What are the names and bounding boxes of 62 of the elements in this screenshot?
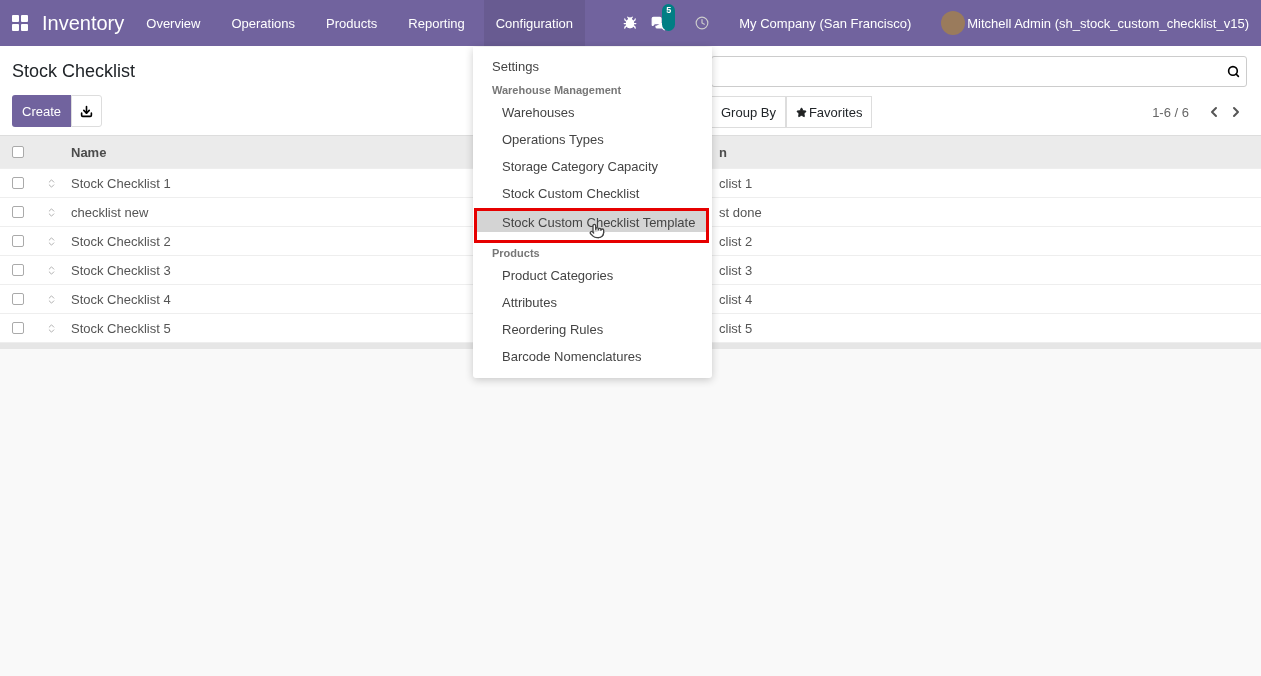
drag-handle-icon[interactable] [46,322,57,334]
app-name[interactable]: Inventory [42,11,125,35]
table-cell: Stock Checklist 4 [71,291,171,307]
download-button[interactable] [71,95,103,127]
row-checkbox[interactable] [12,206,24,218]
nav-menu-item[interactable]: Reporting [396,0,477,46]
table-cell: clist 3 [719,262,753,278]
pager-counter: 1-6 / 6 [1152,104,1189,120]
dropdown-menu-item[interactable]: Barcode Nomenclatures [473,343,712,370]
dropdown-menu-item[interactable]: Reordering Rules [473,316,712,343]
table-cell: Stock Checklist 2 [71,233,171,249]
table-cell: clist 2 [719,233,753,249]
search-field[interactable] [711,56,1247,87]
select-all-checkbox[interactable] [12,146,24,158]
nav-menu-item[interactable]: Products [314,0,390,46]
drag-handle-icon[interactable] [46,177,57,189]
column-header[interactable]: n [719,144,727,160]
row-checkbox[interactable] [12,264,24,276]
drag-handle-icon[interactable] [46,293,57,305]
table-cell: checklist new [71,204,149,220]
column-header[interactable]: Name [71,144,107,160]
dropdown-menu-item[interactable]: Settings [473,53,712,81]
row-checkbox[interactable] [12,293,24,305]
dropdown-menu-item[interactable]: Stock Custom Checklist Template [475,209,708,242]
table-cell: clist 1 [719,175,753,191]
row-checkbox[interactable] [12,177,24,189]
dropdown-menu-item[interactable]: Stock Custom Checklist [473,180,712,207]
nav-menu-item[interactable]: Configuration [483,0,586,46]
table-cell: Stock Checklist 5 [71,320,171,336]
table-cell: clist 5 [719,320,753,336]
group-by-button[interactable]: Group By [711,96,786,128]
star-icon [795,106,807,118]
menu-section-header: Warehouse Management [491,83,623,98]
nav-menu-item[interactable]: Operations [219,0,308,46]
table-cell: Stock Checklist 1 [71,175,171,191]
download-icon [80,104,94,118]
search-icon[interactable] [1227,65,1240,78]
message-count-badge: 5 [662,3,676,31]
drag-handle-icon[interactable] [46,264,57,276]
clock-icon[interactable] [695,16,710,30]
nav-menu-item[interactable]: Overview [134,0,213,46]
menu-section-header: Products [491,246,541,261]
bug-icon[interactable] [623,16,638,30]
create-button[interactable]: Create [12,95,72,127]
drag-handle-icon[interactable] [46,206,57,218]
table-cell: Stock Checklist 3 [71,262,171,278]
drag-handle-icon[interactable] [46,235,57,247]
row-checkbox[interactable] [12,322,24,334]
dropdown-menu-item[interactable]: Attributes [473,289,712,316]
dropdown-menu-item[interactable]: Product Categories [473,262,712,289]
page-title: Stock Checklist [12,61,136,82]
user-menu[interactable]: Mitchell Admin (sh_stock_custom_checklist_v15) [967,15,1249,31]
favorites-button[interactable]: Favorites [785,96,873,128]
table-cell: clist 4 [719,291,753,307]
user-avatar[interactable] [941,11,966,35]
table-cell: st done [719,204,762,220]
apps-menu-icon[interactable] [12,15,28,31]
company-switcher[interactable]: My Company (San Francisco) [727,0,924,46]
dropdown-menu-item[interactable]: Storage Category Capacity [473,153,712,180]
row-checkbox[interactable] [12,235,24,247]
dropdown-menu-item[interactable]: Warehouses [473,99,712,126]
dropdown-menu-item[interactable]: Operations Types [473,126,712,153]
